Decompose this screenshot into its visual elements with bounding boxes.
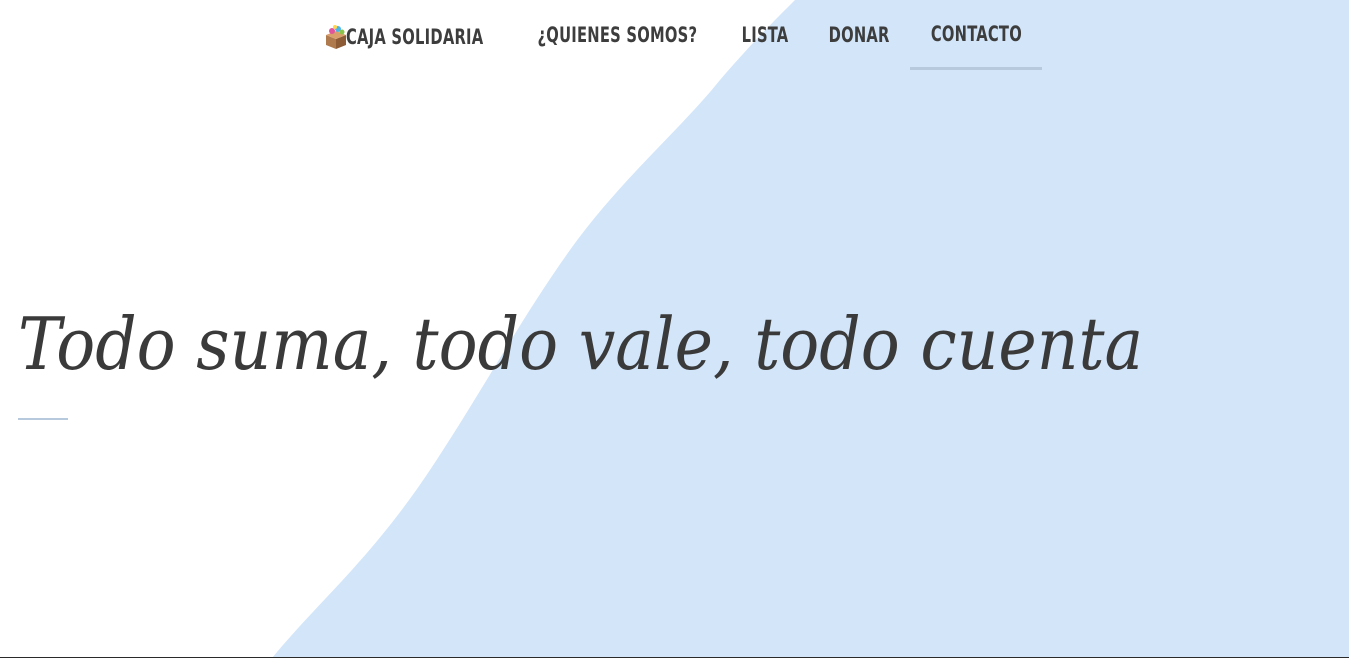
hero-section: Todo suma, todo vale, todo cuenta — [18, 296, 1268, 392]
nav-item-donate[interactable]: DONAR — [815, 0, 903, 70]
hero-title: Todo suma, todo vale, todo cuenta — [18, 302, 1144, 386]
nav-item-list[interactable]: LISTA — [726, 0, 804, 70]
hero-divider — [18, 418, 68, 420]
nav-item-about[interactable]: ¿QUIENES SOMOS? — [524, 0, 710, 70]
nav-item-contact[interactable]: CONTACTO — [910, 0, 1042, 70]
page: CAJA SOLIDARIA ¿QUIENES SOMOS? LISTA DON… — [0, 0, 1349, 658]
nav-item-label: DONAR — [828, 23, 890, 47]
brand-label: CAJA SOLIDARIA — [346, 25, 484, 49]
nav-item-label: CONTACTO — [930, 21, 1022, 46]
nav-item-label: LISTA — [741, 23, 789, 47]
nav-item-label: ¿QUIENES SOMOS? — [537, 23, 697, 47]
top-navigation: CAJA SOLIDARIA ¿QUIENES SOMOS? LISTA DON… — [0, 0, 1349, 72]
brand-home-link[interactable]: CAJA SOLIDARIA — [322, 0, 500, 70]
